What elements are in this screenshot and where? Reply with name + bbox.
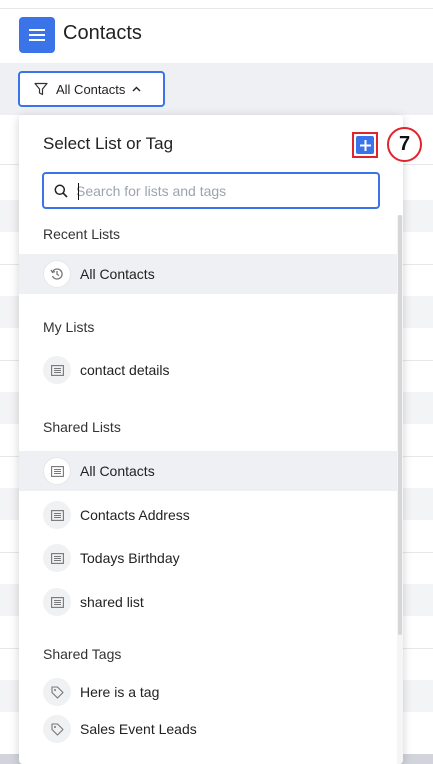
list-item-label: shared list [80, 594, 144, 610]
menu-button[interactable] [19, 17, 55, 53]
add-list-button[interactable] [352, 132, 378, 158]
list-icon [43, 356, 71, 384]
section-recent-lists: Recent Lists [43, 226, 121, 242]
tag-icon [43, 715, 71, 743]
list-item-label: Todays Birthday [80, 550, 180, 566]
page-header: Contacts [0, 14, 433, 56]
search-icon [54, 184, 68, 198]
list-item[interactable]: contact details [19, 350, 397, 390]
tag-item-label: Here is a tag [80, 684, 160, 700]
list-item[interactable]: All Contacts [19, 451, 397, 491]
text-cursor [78, 183, 79, 200]
filter-icon [34, 82, 48, 96]
tag-item[interactable]: Here is a tag [19, 672, 397, 712]
list-icon [43, 544, 71, 572]
plus-icon [359, 139, 371, 151]
list-filter-label: All Contacts [56, 81, 126, 97]
step-annotation-badge: 7 [387, 127, 422, 162]
list-item[interactable]: Todays Birthday [19, 538, 397, 578]
dropdown-title: Select List or Tag [43, 134, 174, 153]
section-shared-tags: Shared Tags [43, 646, 122, 662]
tag-item[interactable]: Sales Event Leads [19, 709, 397, 749]
list-icon [43, 501, 71, 529]
scrollbar-thumb[interactable] [398, 215, 402, 635]
search-box [42, 172, 380, 209]
tag-item-label: Sales Event Leads [80, 721, 197, 737]
list-item-label: contact details [80, 362, 170, 378]
list-filter-button[interactable]: All Contacts [18, 71, 165, 107]
list-item-label: Contacts Address [80, 507, 190, 523]
search-input[interactable] [76, 182, 356, 199]
list-item[interactable]: shared list [19, 582, 397, 622]
list-item-label: All Contacts [80, 266, 155, 282]
history-icon [43, 260, 71, 288]
section-shared-lists: Shared Lists [43, 419, 121, 435]
hamburger-icon [29, 29, 45, 41]
list-icon [43, 457, 71, 485]
list-icon [43, 588, 71, 616]
top-divider [0, 8, 433, 9]
tag-icon [43, 678, 71, 706]
list-item[interactable]: Contacts Address [19, 495, 397, 535]
toolbar: All Contacts [0, 63, 433, 115]
list-item[interactable]: All Contacts [19, 254, 397, 294]
section-my-lists: My Lists [43, 319, 95, 335]
list-item-label: All Contacts [80, 463, 155, 479]
list-tag-dropdown: Select List or Tag Recent Lists All Cont… [19, 115, 403, 764]
chevron-up-icon [132, 86, 141, 92]
page-title: Contacts [63, 22, 142, 44]
